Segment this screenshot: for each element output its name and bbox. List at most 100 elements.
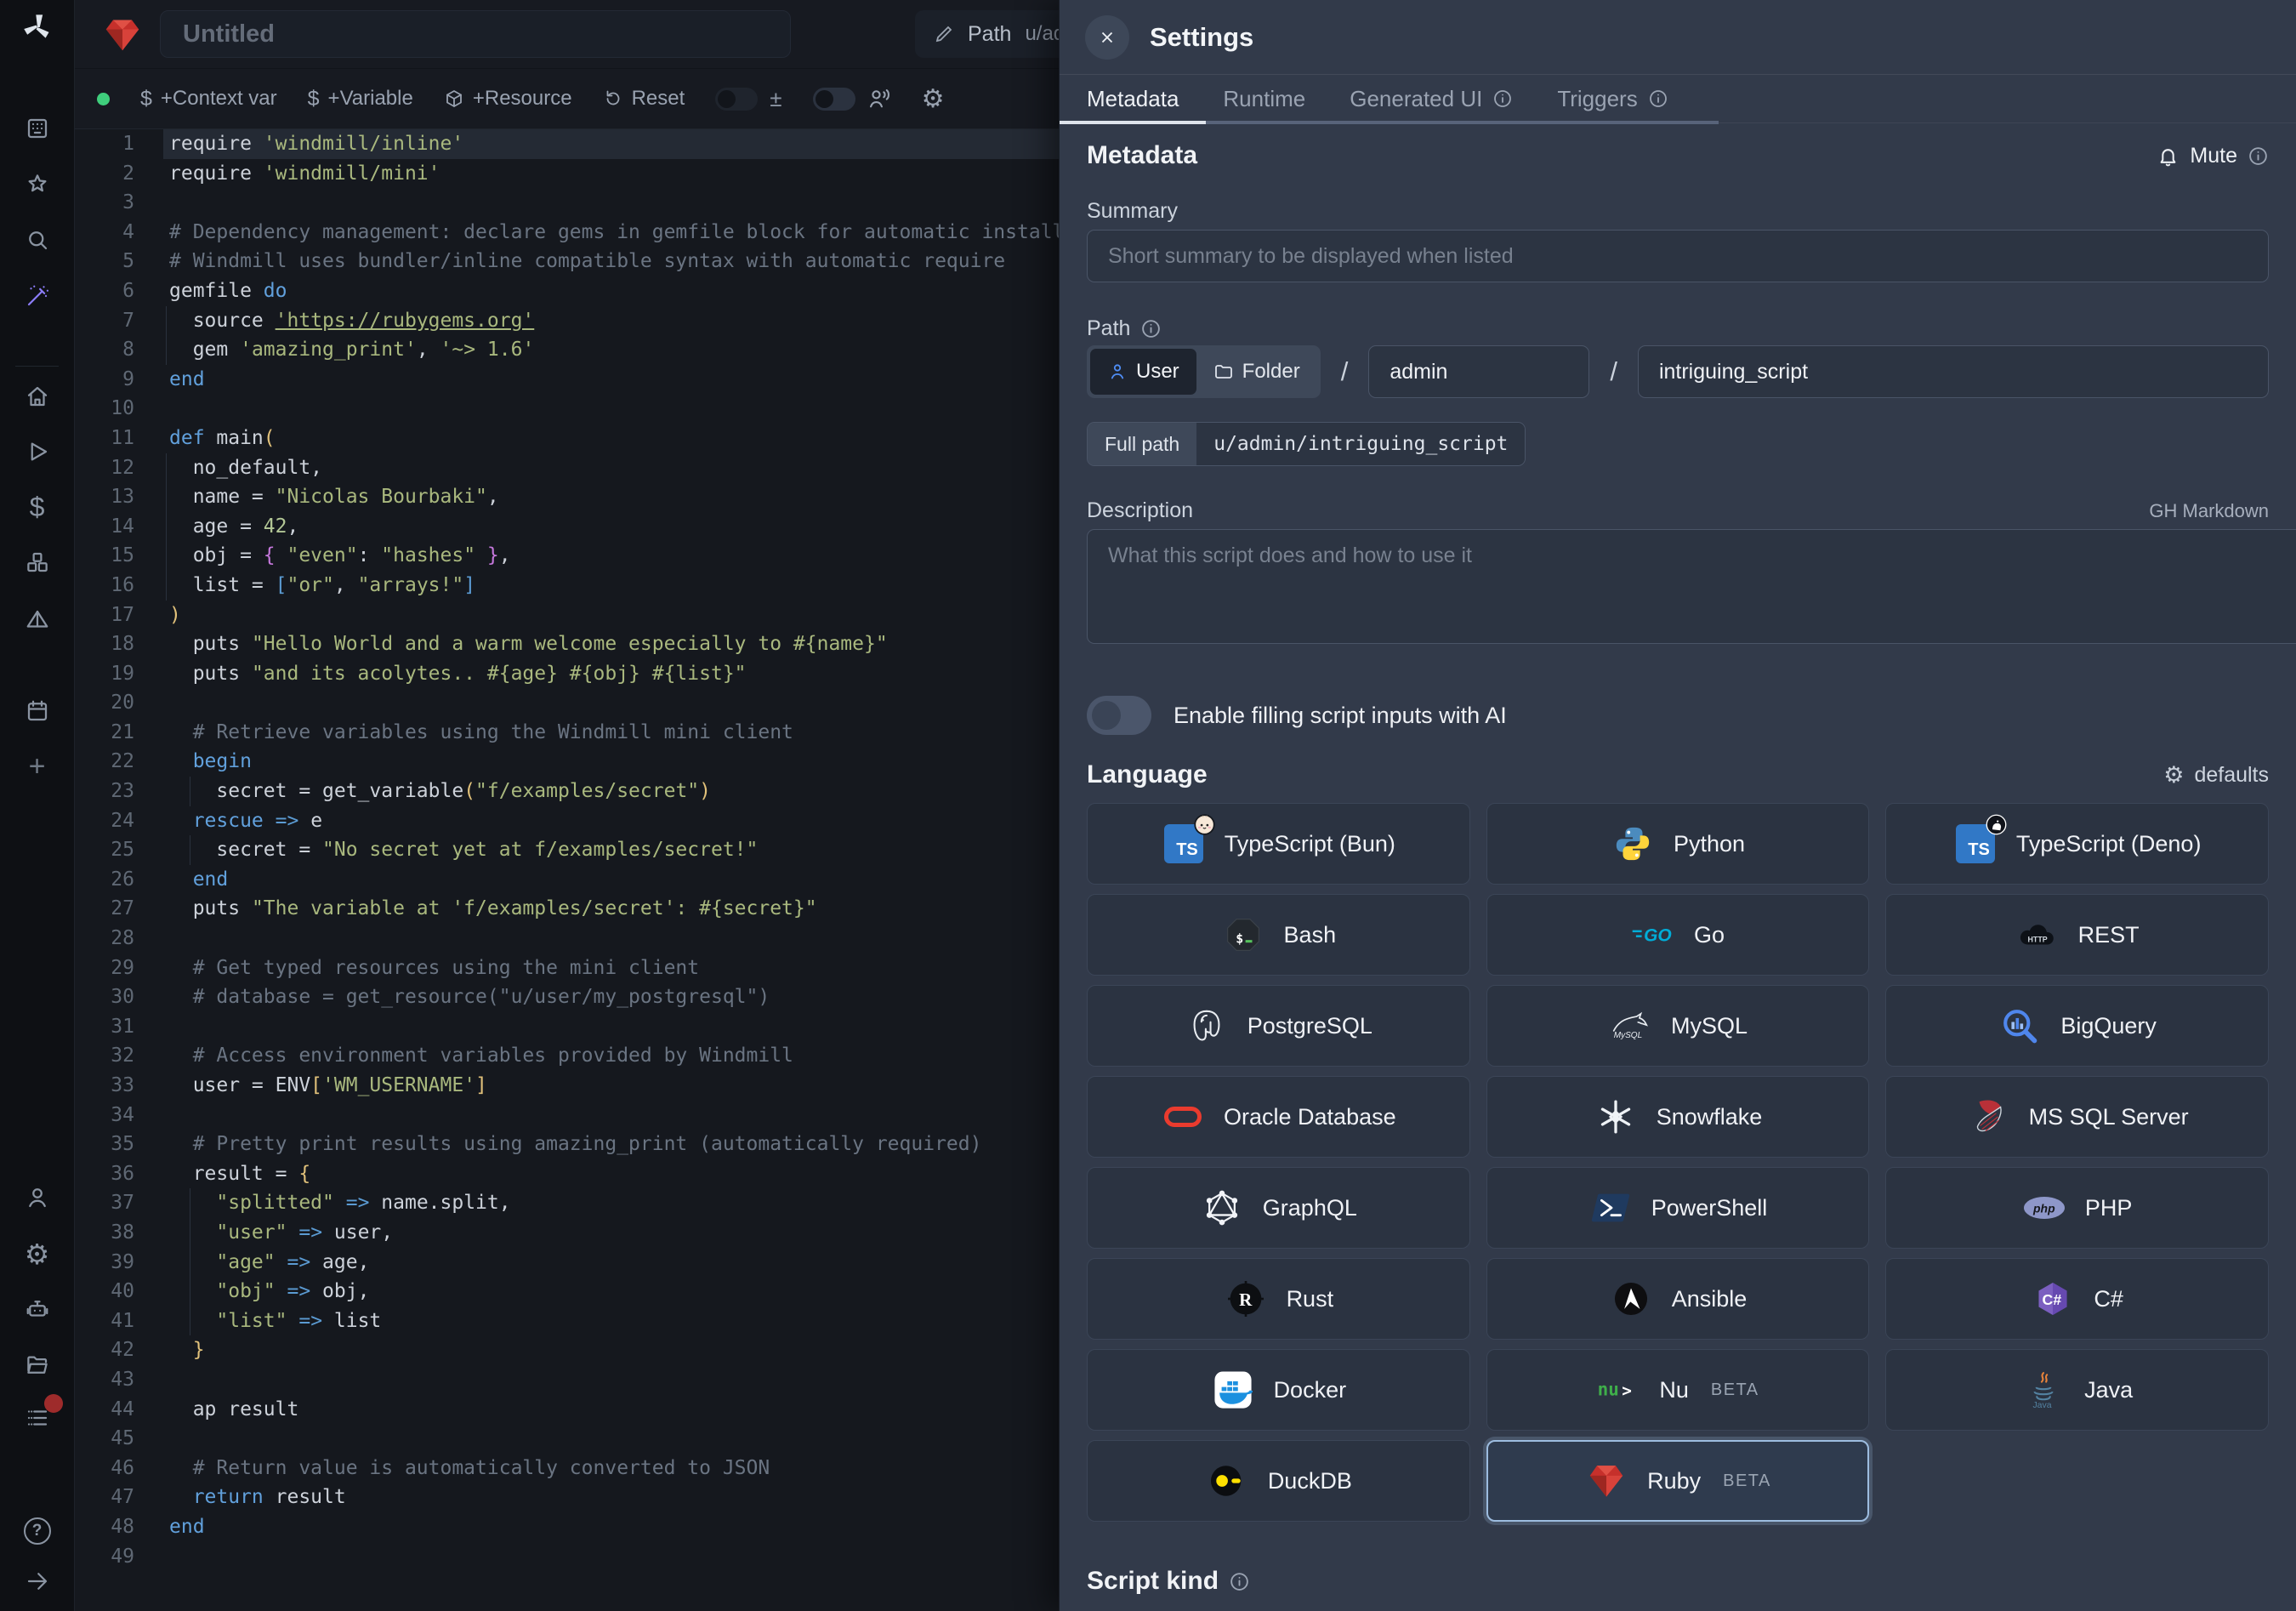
tab-triggers[interactable]: Triggers [1557,86,1668,112]
path-owner-input[interactable] [1368,345,1589,398]
line-number: 22 [75,747,163,777]
svg-text:Java: Java [2033,1401,2052,1409]
language-option-ruby[interactable]: RubyBETA [1486,1440,1870,1522]
language-option-bigquery[interactable]: BigQuery [1885,985,2269,1067]
language-label: Rust [1287,1286,1334,1312]
owner-kind-folder[interactable]: Folder [1196,349,1317,395]
package-icon [444,88,464,109]
language-label: Go [1694,922,1725,948]
notification-badge [44,1394,63,1413]
language-option-nu[interactable]: nu>NuBETA [1486,1349,1870,1431]
language-option-rest[interactable]: HTTPREST [1885,894,2269,976]
full-path-badge[interactable]: Full path u/admin/intriguing_script [1087,422,1526,466]
sidebar-item-workers[interactable] [20,1292,54,1326]
language-option-ms-sql-server[interactable]: MS SQL Server [1885,1076,2269,1158]
line-number: 33 [75,1071,163,1101]
language-option-duckdb[interactable]: DuckDB [1087,1440,1470,1522]
sidebar-item-workspace[interactable] [20,111,54,145]
sidebar-item-home[interactable] [20,379,54,413]
sidebar-expand-icon[interactable] [20,1564,54,1598]
multiplayer-toggle[interactable] [813,88,855,111]
csharp-icon: C# [2031,1277,2075,1321]
tab-generated-ui[interactable]: Generated UI [1350,86,1513,112]
language-option-typescript-deno[interactable]: TSTypeScript (Deno) [1885,803,2269,885]
language-option-rust[interactable]: RRust [1087,1258,1470,1340]
reset-icon [603,88,623,109]
language-option-docker[interactable]: Docker [1087,1349,1470,1431]
editor-settings-gear-icon[interactable]: ⚙ [922,84,945,114]
language-option-mysql[interactable]: MySQLMySQL [1486,985,1870,1067]
line-number: 48 [75,1512,163,1542]
close-icon[interactable] [1085,15,1129,60]
sidebar-item-schedules[interactable] [20,694,54,728]
add-context-var-button[interactable]: $ +Context var [140,87,277,111]
language-label: MS SQL Server [2029,1104,2189,1130]
diff-toggle[interactable] [715,88,758,111]
tab-metadata[interactable]: Metadata [1087,86,1179,112]
beta-badge: BETA [1723,1472,1771,1491]
sidebar-item-settings[interactable]: ⚙ [20,1237,54,1271]
path-name-input[interactable] [1638,345,2269,398]
info-icon [1140,318,1162,339]
windmill-logo-icon[interactable] [20,10,54,44]
line-number: 25 [75,835,163,865]
sidebar-item-add[interactable]: + [20,749,54,783]
description-textarea[interactable] [1087,529,2296,644]
sidebar-item-resources[interactable] [20,545,54,579]
line-number: 19 [75,659,163,689]
sidebar-item-favorites[interactable] [20,168,54,202]
add-resource-button[interactable]: +Resource [444,87,572,111]
line-number: 24 [75,806,163,836]
summary-input[interactable] [1087,230,2269,282]
sidebar-item-ai-wand[interactable] [20,279,54,313]
line-number: 7 [75,306,163,336]
add-variable-button[interactable]: $ +Variable [308,87,413,111]
reset-button[interactable]: Reset [603,87,685,111]
line-number: 5 [75,247,163,276]
ai-inputs-toggle[interactable] [1087,696,1151,735]
language-option-php[interactable]: phpPHP [1885,1167,2269,1249]
line-number: 27 [75,894,163,924]
language-label: PowerShell [1651,1195,1768,1221]
language-label: Nu [1659,1377,1689,1403]
owner-kind-user[interactable]: User [1090,349,1196,395]
language-label: Java [2084,1377,2133,1403]
language-option-typescript-bun[interactable]: TSTypeScript (Bun) [1087,803,1470,885]
language-heading: Language [1087,760,1208,789]
line-number: 1 [75,129,163,159]
language-option-ansible[interactable]: Ansible [1486,1258,1870,1340]
settings-tabs: Metadata Runtime Generated UI Triggers [1060,75,2296,123]
language-option-graphql[interactable]: GraphQL [1087,1167,1470,1249]
language-defaults-button[interactable]: ⚙ defaults [2163,762,2269,788]
language-option-c[interactable]: C#C# [1885,1258,2269,1340]
metadata-heading: Metadata [1087,141,1197,170]
settings-header: Settings [1060,0,2296,75]
language-option-powershell[interactable]: PowerShell [1486,1167,1870,1249]
sidebar-item-triggers[interactable] [20,603,54,637]
sidebar-item-folders[interactable] [20,1348,54,1382]
path-separator: / [1610,356,1617,387]
language-option-go[interactable]: GOGo [1486,894,1870,976]
sidebar-item-user[interactable] [20,1181,54,1215]
language-option-java[interactable]: Java Java [1885,1349,2269,1431]
line-number: 28 [75,924,163,954]
language-option-oracle-database[interactable]: Oracle Database [1087,1076,1470,1158]
line-number: 20 [75,688,163,718]
python-icon [1611,822,1655,866]
script-name-input[interactable] [160,10,791,58]
php-icon: php [2022,1186,2066,1230]
sidebar-item-runs[interactable] [20,435,54,469]
line-number: 38 [75,1218,163,1248]
language-option-postgresql[interactable]: PostgreSQL [1087,985,1470,1067]
language-option-snowflake[interactable]: Snowflake [1486,1076,1870,1158]
language-option-python[interactable]: Python [1486,803,1870,885]
line-number: 17 [75,601,163,630]
sidebar-item-variables[interactable]: $ [20,490,54,524]
mute-button[interactable]: Mute [2157,144,2269,168]
search-icon[interactable] [20,223,54,257]
tab-runtime[interactable]: Runtime [1223,86,1305,112]
help-icon[interactable]: ? [20,1514,54,1548]
line-number: 13 [75,482,163,512]
sidebar-item-logs[interactable] [20,1401,54,1435]
language-option-bash[interactable]: $Bash [1087,894,1470,976]
